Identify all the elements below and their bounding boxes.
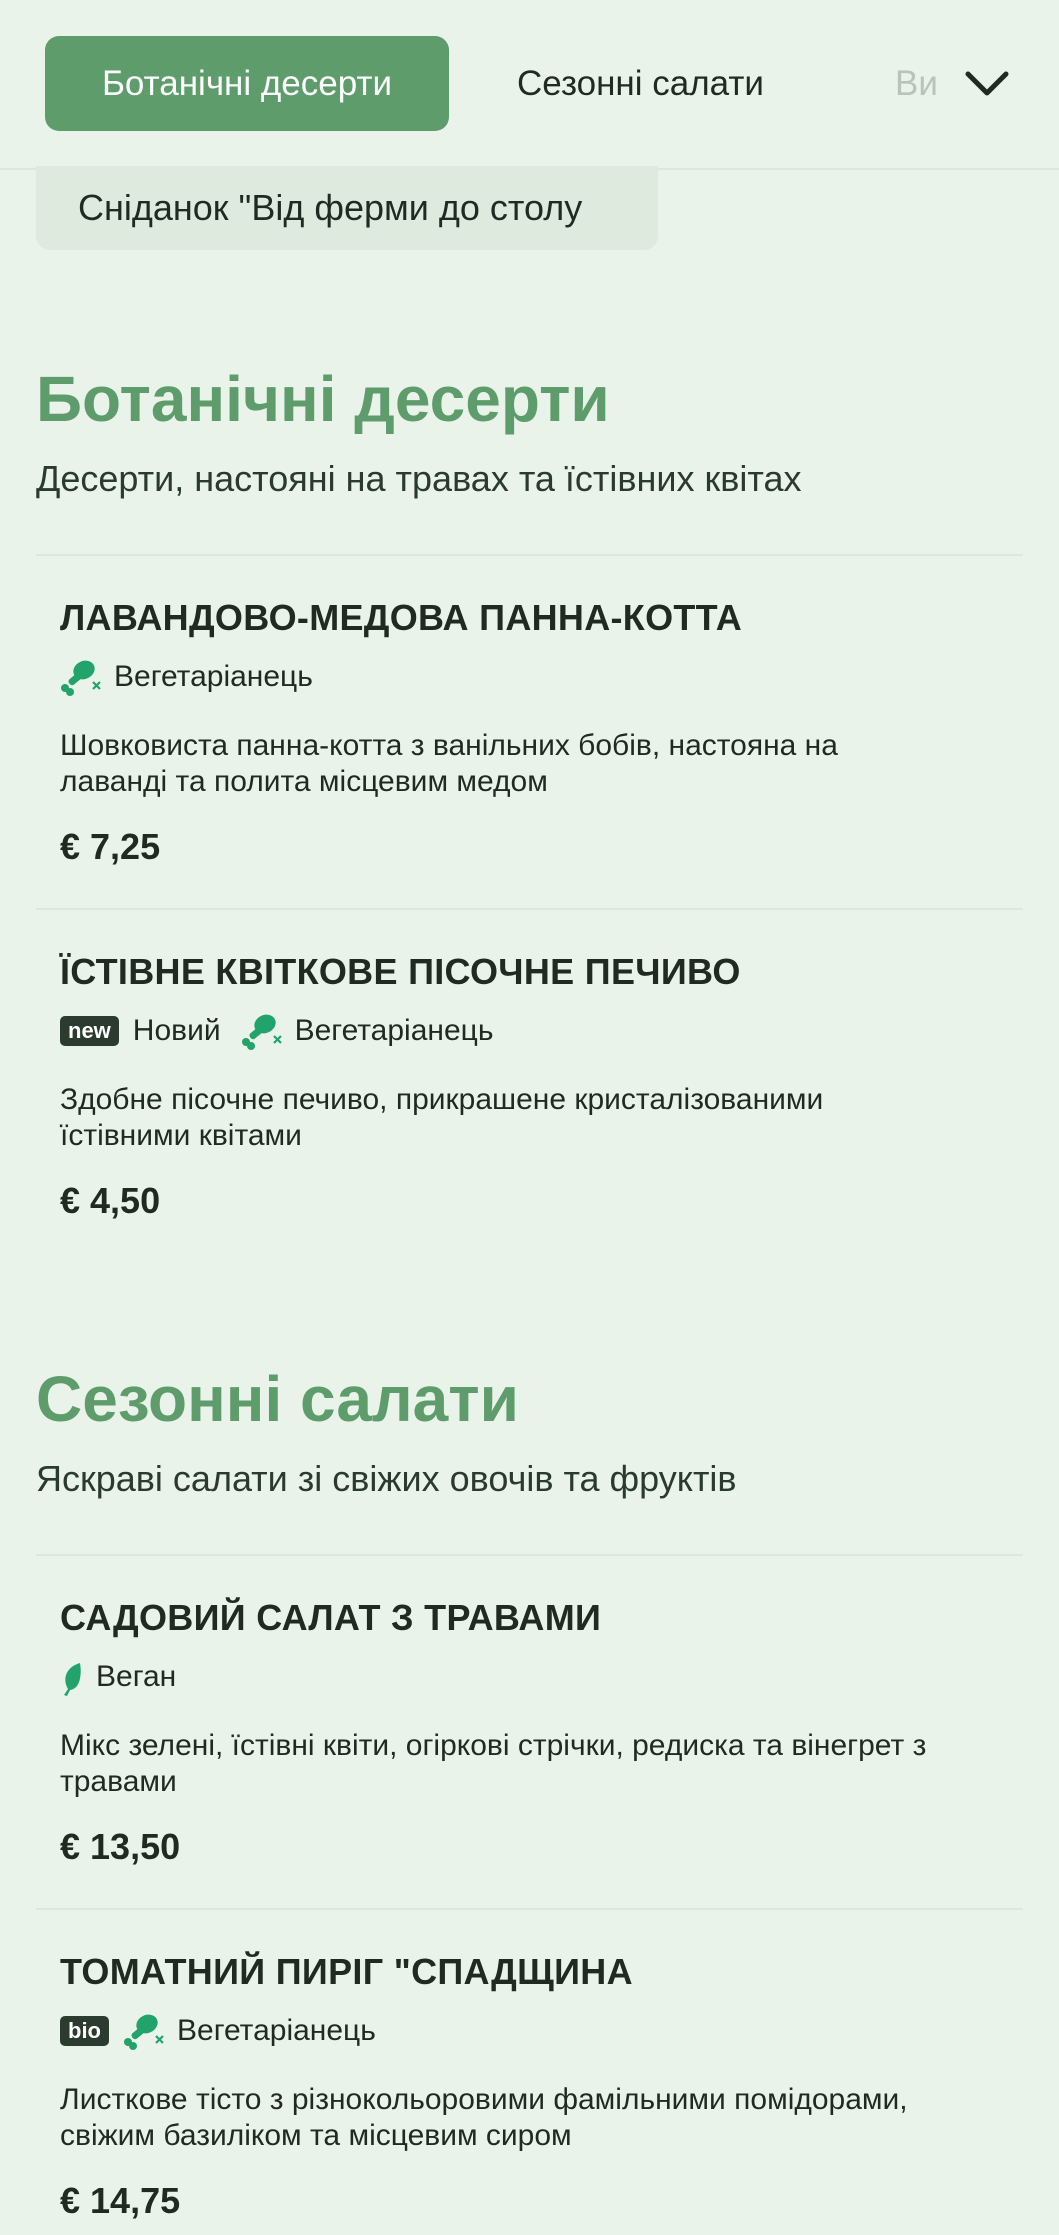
menu-item-price: € 7,25 bbox=[60, 826, 161, 867]
new-badge: new bbox=[60, 1016, 119, 1046]
vegetarian-drumstick-icon bbox=[241, 1014, 282, 1050]
badge-label: Новий bbox=[132, 1014, 221, 1047]
menu-item-description: Мікс зелені, їстівні квіти, огіркові стр… bbox=[60, 1729, 927, 1798]
divider bbox=[36, 1554, 1023, 1556]
menu-item-description: Шовковиста панна-котта з ванільних бобів… bbox=[60, 729, 838, 798]
category-tab-bar: Ботанічні десерти Сезонні салати Ви bbox=[0, 0, 1059, 170]
divider bbox=[36, 554, 1023, 556]
chevron-down-icon[interactable] bbox=[962, 60, 1012, 110]
dietary-tags: bio Вегетаріанець bbox=[60, 2011, 396, 2051]
menu-item-name: ЛАВАНДОВО-МЕДОВА ПАННА-КОТТА bbox=[60, 597, 742, 638]
divider bbox=[36, 908, 1023, 910]
tag-label: Вегетаріанець bbox=[294, 1014, 494, 1047]
vegetarian-drumstick-icon bbox=[124, 2014, 164, 2050]
tag-label: Веган bbox=[96, 1660, 177, 1693]
vegan-leaf-icon bbox=[64, 1663, 81, 1696]
dietary-tags: Вегетаріанець bbox=[60, 657, 333, 697]
dietary-tags: Веган bbox=[60, 1657, 196, 1697]
section-title: Ботанічні десерти bbox=[36, 363, 610, 435]
bio-badge: bio bbox=[60, 2016, 109, 2046]
divider bbox=[36, 1908, 1023, 1910]
section-subtitle: Десерти, настояні на травах та їстівних … bbox=[36, 458, 802, 499]
menu-item-description: Листкове тісто з різнокольоровими фаміль… bbox=[60, 2083, 908, 2152]
section-title: Сезонні салати bbox=[36, 1363, 519, 1435]
menu-item-name: САДОВИЙ САЛАТ З ТРАВАМИ bbox=[60, 1597, 602, 1638]
dietary-tags: new Новий Вегетаріанець bbox=[60, 1011, 513, 1051]
menu-item-price: € 14,75 bbox=[60, 2180, 181, 2221]
menu-item-name: ЇСТІВНЕ КВІТКОВЕ ПІСОЧНЕ ПЕЧИВО bbox=[60, 951, 741, 992]
menu-item-price: € 4,50 bbox=[60, 1180, 161, 1221]
menu-item-description: Здобне пісочне печиво, прикрашене криста… bbox=[60, 1083, 824, 1152]
tab-botanical-desserts[interactable]: Ботанічні десерти bbox=[45, 36, 449, 131]
menu-item-price: € 13,50 bbox=[60, 1826, 181, 1867]
menu-item-name: ТОМАТНИЙ ПИРІГ "СПАДЩИНА bbox=[60, 1951, 633, 1992]
section-subtitle: Яскраві салати зі свіжих овочів та фрукт… bbox=[36, 1458, 737, 1499]
tab-farm-breakfast[interactable]: Сніданок "Від ферми до столу bbox=[36, 166, 658, 250]
tab-seasonal-salads[interactable]: Сезонні салати bbox=[517, 36, 764, 131]
tag-label: Вегетаріанець bbox=[177, 2014, 376, 2047]
vegetarian-drumstick-icon bbox=[61, 660, 101, 696]
tag-label: Вегетаріанець bbox=[114, 660, 313, 693]
tab-next-truncated[interactable]: Ви bbox=[895, 36, 941, 131]
